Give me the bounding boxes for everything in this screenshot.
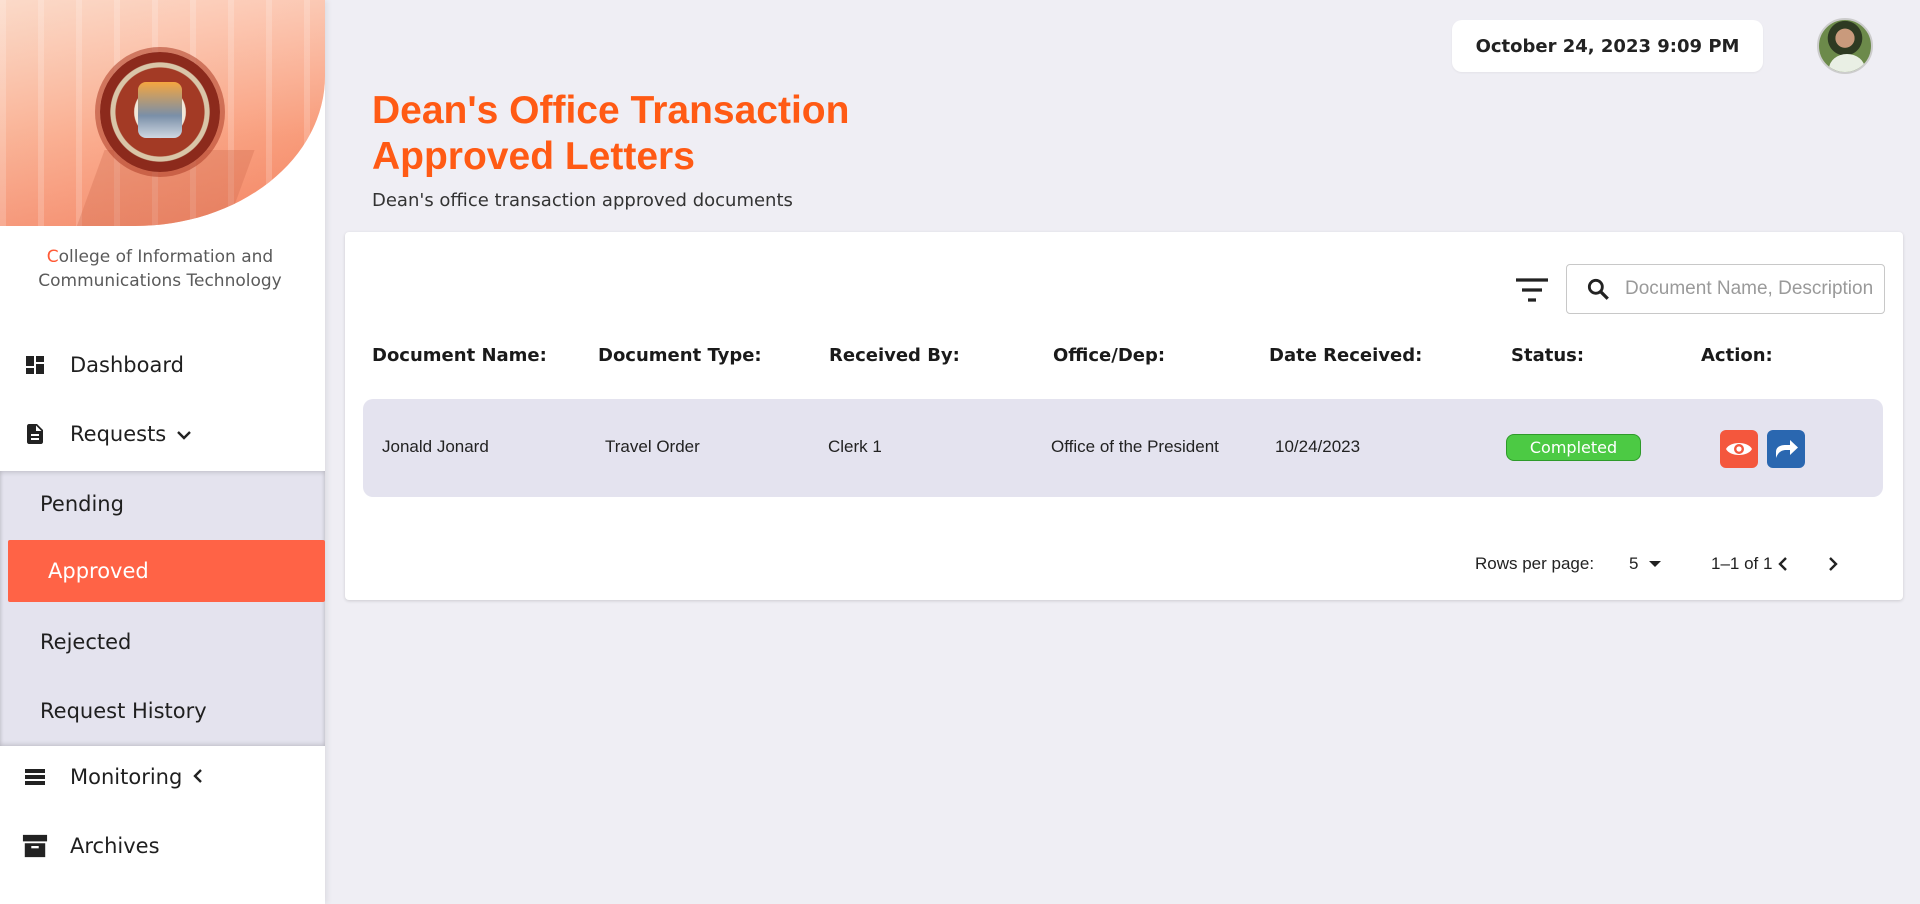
column-header-status: Status: [1511,345,1585,366]
view-button[interactable] [1720,430,1758,468]
sidebar-item-dashboard[interactable]: Dashboard [0,331,325,399]
table-row[interactable]: Jonald Jonard Travel Order Clerk 1 Offic… [363,399,1883,497]
rows-per-page-value: 5 [1629,554,1639,573]
chevron-left-icon [1778,557,1787,571]
college-name-initial: C [46,247,59,267]
cell-received-by: Clerk 1 [828,437,882,456]
document-icon [22,421,48,447]
chevron-left-icon [192,768,204,788]
chevron-right-icon [1829,557,1838,571]
submenu-item-label: Request History [40,699,207,723]
rows-per-page-label: Rows per page: [1475,554,1595,573]
college-seal-logo [100,52,220,172]
submenu-item-rejected[interactable]: Rejected [0,611,325,673]
cell-document-name: Jonald Jonard [382,437,489,456]
column-header-office: Office/Dep: [1053,345,1166,366]
column-header-document-type: Document Type: [598,345,762,366]
sidebar-item-label: Requests [70,422,192,446]
list-icon [22,764,48,790]
archive-icon [22,833,48,859]
column-header-date-received: Date Received: [1269,345,1423,366]
college-name-line1: ollege of Information and [58,247,274,267]
monitoring-label: Monitoring [70,765,183,789]
sidebar-item-label: Monitoring [70,765,204,789]
page-title-line1: Dean's Office Transaction [372,89,850,132]
seal-torch-emblem [138,82,182,138]
caret-down-icon [1649,561,1662,567]
cell-date-received: 10/24/2023 [1275,437,1361,456]
submenu-item-label: Pending [40,492,124,516]
previous-page-button[interactable] [1769,550,1797,578]
sidebar-item-label: Dashboard [70,353,184,377]
forward-button[interactable] [1767,430,1805,468]
submenu-item-label: Rejected [40,630,132,654]
avatar-figure [1829,54,1865,72]
filter-button[interactable] [1512,270,1552,310]
search-box [1566,264,1885,314]
sidebar-item-monitoring[interactable]: Monitoring [0,743,325,811]
column-header-action: Action: [1701,345,1773,366]
college-name-line2: Communications Technology [38,271,282,291]
requests-label: Requests [70,422,167,446]
dashboard-icon [22,352,48,378]
chevron-down-icon [176,426,192,445]
requests-submenu: Pending Approved Rejected Request Histor… [0,471,325,746]
user-avatar[interactable] [1817,18,1873,74]
eye-icon [1726,443,1752,455]
rows-per-page-select[interactable]: 5 [1629,554,1662,574]
search-input[interactable] [1625,278,1875,300]
search-icon [1583,274,1613,304]
filter-icon [1516,278,1548,302]
submenu-item-label: Approved [48,559,149,583]
forward-arrow-icon [1776,440,1798,458]
submenu-item-approved[interactable]: Approved [8,540,325,602]
cell-office: Office of the President [1051,437,1219,456]
status-badge: Completed [1506,434,1641,461]
sidebar-item-archives[interactable]: Archives [0,812,325,880]
college-banner [0,0,325,226]
column-header-document-name: Document Name: [372,345,547,366]
sidebar-item-label: Archives [70,834,160,858]
page-subtitle: Dean's office transaction approved docum… [372,190,793,211]
sidebar-item-requests[interactable]: Requests [0,400,325,468]
documents-table-card: Document Name: Document Type: Received B… [345,232,1903,600]
column-header-received-by: Received By: [829,345,960,366]
cell-document-type: Travel Order [605,437,700,456]
pagination-range: 1–1 of 1 [1711,554,1773,573]
next-page-button[interactable] [1819,550,1847,578]
page-title-line2: Approved Letters [372,135,695,178]
submenu-item-request-history[interactable]: Request History [0,680,325,742]
datetime-display: October 24, 2023 9:09 PM [1452,20,1763,72]
submenu-item-pending[interactable]: Pending [0,473,325,535]
college-name: College of Information and Communication… [0,245,320,293]
sidebar: College of Information and Communication… [0,0,325,904]
page-title: Dean's Office Transaction Approved Lette… [372,88,849,180]
